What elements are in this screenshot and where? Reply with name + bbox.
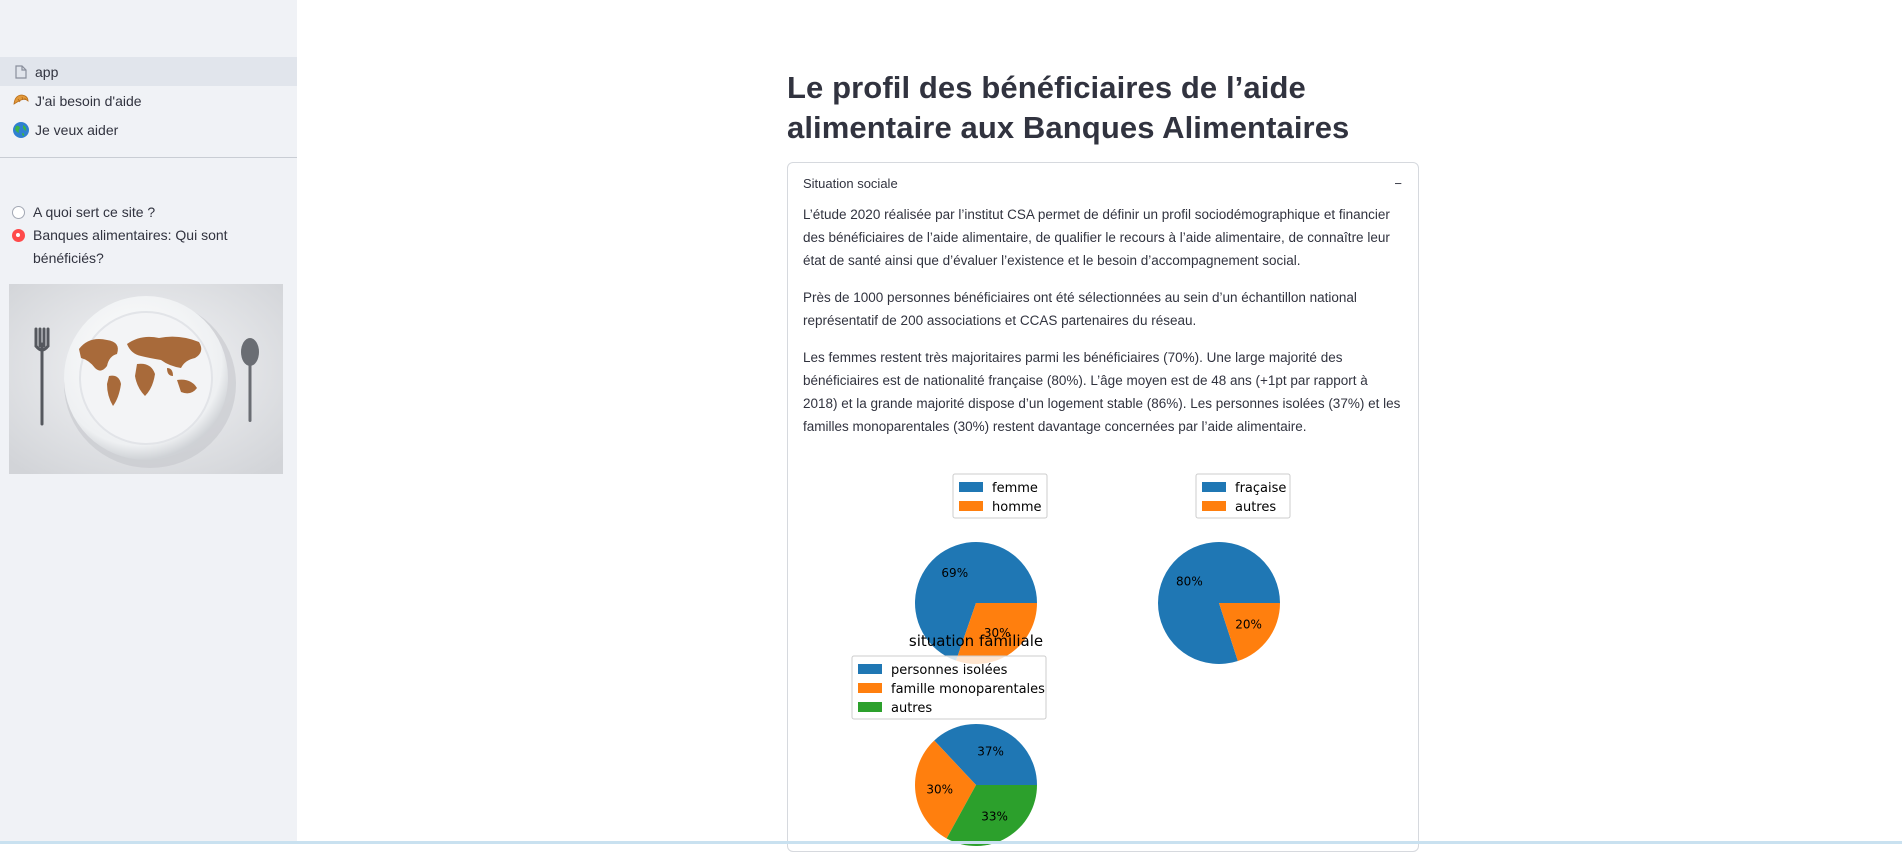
paragraph-profile: Les femmes restent très majoritaires par…	[803, 350, 1401, 434]
sidebar-nav: app J'ai besoin d'aide Je veux aider	[0, 57, 297, 144]
legend-swatch	[959, 501, 983, 511]
paragraph-sample: Près de 1000 personnes bénéficiaires ont…	[803, 290, 1357, 328]
page-title: Le profil des bénéficiaires de l’aide al…	[787, 70, 1350, 145]
legend-swatch	[1202, 482, 1226, 492]
legend-swatch	[858, 702, 882, 712]
legend-label: femme	[992, 481, 1038, 496]
globe-icon	[12, 121, 30, 139]
plate-with-world-map-image	[9, 284, 283, 474]
pie-value-label: 33%	[981, 810, 1008, 824]
charts-svg: Ratio homme/femme69%30%femmehommeNationa…	[851, 451, 1291, 846]
pie-value-label: 37%	[977, 744, 1004, 758]
legend-label: autres	[1235, 500, 1276, 515]
legend-swatch	[959, 482, 983, 492]
radio-option-a-quoi-sert[interactable]: A quoi sert ce site ?	[10, 201, 290, 224]
legend-swatch	[1202, 501, 1226, 511]
legend-swatch	[858, 683, 882, 693]
radio-label: Banques alimentaires: Qui sont bénéficié…	[33, 227, 228, 266]
pie-value-label: 20%	[1235, 618, 1262, 632]
legend-label: homme	[992, 500, 1042, 515]
nav-item-label: Je veux aider	[35, 121, 119, 138]
paragraph-study: L’étude 2020 réalisée par l’institut CSA…	[803, 207, 1390, 268]
nav-item-besoin-aide[interactable]: J'ai besoin d'aide	[0, 86, 297, 115]
legend-label: personnes isolées	[891, 663, 1008, 678]
expander-body: L’étude 2020 réalisée par l’institut CSA…	[788, 203, 1418, 438]
page-radio-group: A quoi sert ce site ? Banques alimentair…	[10, 201, 290, 270]
pie-value-label: 69%	[941, 566, 968, 580]
radio-option-banques-alimentaires[interactable]: Banques alimentaires: Qui sont bénéficié…	[10, 224, 290, 270]
legend-label: autres	[891, 701, 932, 716]
nav-item-label: app	[35, 63, 59, 80]
nav-item-label: J'ai besoin d'aide	[35, 92, 142, 109]
pie-value-label: 80%	[1176, 574, 1203, 588]
charts-area: Ratio homme/femme69%30%femmehommeNationa…	[788, 451, 1420, 858]
sidebar-divider	[0, 157, 297, 158]
legend-swatch	[858, 664, 882, 674]
radio-label: A quoi sert ce site ?	[33, 204, 156, 220]
expander-header[interactable]: Situation sociale −	[788, 163, 1418, 203]
radio-selected-icon	[12, 229, 25, 242]
page-icon	[12, 63, 30, 81]
radio-unselected-icon	[12, 206, 25, 219]
nav-item-app[interactable]: app	[0, 57, 297, 86]
expander-situation-sociale: Situation sociale − L’étude 2020 réalisé…	[787, 162, 1419, 852]
expander-label: Situation sociale	[803, 175, 898, 191]
sidebar: app J'ai besoin d'aide Je veux aider A q…	[0, 0, 297, 844]
nav-item-veux-aider[interactable]: Je veux aider	[0, 115, 297, 144]
pie-value-label: 30%	[926, 783, 953, 797]
croissant-icon	[12, 92, 30, 110]
legend-label: fraçaise	[1235, 481, 1286, 496]
chart-title: situation familiale	[909, 632, 1043, 650]
legend-label: famille monoparentales	[891, 682, 1045, 697]
collapse-icon[interactable]: −	[1394, 176, 1402, 191]
